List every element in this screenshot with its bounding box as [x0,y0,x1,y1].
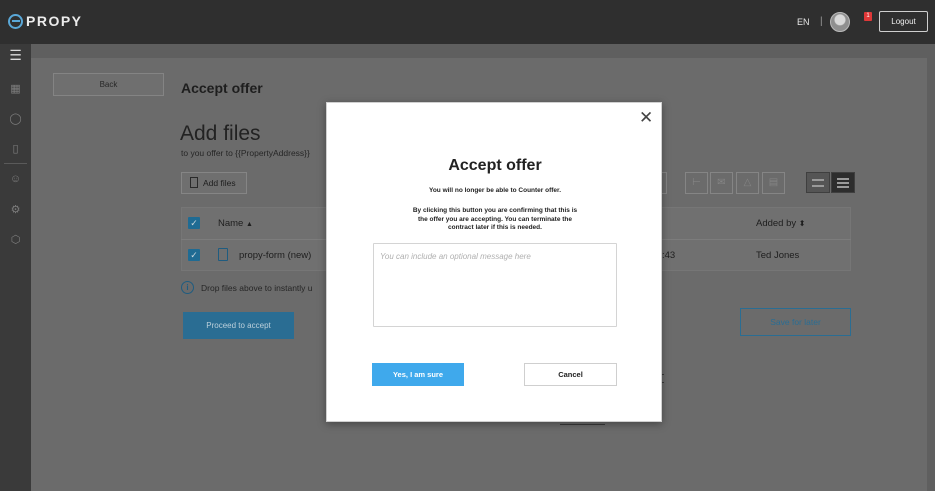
top-bar: PROPY EN | 1 Logout [0,0,935,44]
trash-icon[interactable]: ▤ [762,172,785,194]
page-subtitle: to you offer to {{PropertyAddress}} [181,148,310,158]
shield-icon[interactable]: ⬡ [9,234,22,247]
name-column-header[interactable]: Name ▲ [218,218,253,229]
confirm-button[interactable]: Yes, I am sure [372,363,464,386]
language-selector[interactable]: EN [797,17,810,27]
split-icon[interactable]: ⊢ [685,172,708,194]
file-time: :43 [662,250,676,261]
grid-icon[interactable]: ▦ [9,83,22,96]
header-separator: | [820,16,823,27]
user-icon[interactable]: ☺ [9,173,22,186]
select-all-checkbox[interactable]: ✓ [188,217,200,229]
dollar-icon[interactable]: ◯ [9,113,22,126]
sign-icon[interactable]: △ [736,172,759,194]
sidebar: ☰ ▦ ◯ ▯ ☺ ⚙ ⬡ [0,44,31,491]
modal-body-text: By clicking this button you are confirmi… [412,207,578,231]
mail-icon[interactable]: ✉ [710,172,733,194]
info-icon: i [181,281,194,294]
list-view-toggle[interactable] [831,172,855,193]
file-added-by: Ted Jones [756,250,800,261]
add-files-label: Add files [203,178,236,188]
added-by-column-header[interactable]: Added by ⬍ [756,218,806,229]
logo-icon [8,13,23,29]
modal-title: Accept offer [448,157,542,174]
proceed-to-accept-button[interactable]: Proceed to accept [183,312,294,339]
file-icon [218,248,228,261]
close-icon[interactable]: ✕ [639,109,653,127]
logout-button[interactable]: Logout [879,11,928,32]
name-header-label: Name [218,218,244,229]
accept-offer-modal: ✕ Accept offer You will no longer be abl… [326,102,662,422]
page-title: Accept offer [181,80,263,96]
cancel-button[interactable]: Cancel [524,363,617,386]
sort-asc-icon: ▲ [245,221,253,228]
logo-text: PROPY [26,13,83,29]
modal-warning-text: You will no longer be able to Counter of… [428,187,562,194]
sidebar-divider [4,163,27,164]
user-avatar[interactable] [830,12,850,32]
add-files-heading: Add files [180,122,261,145]
propy-logo[interactable]: PROPY [8,13,83,29]
save-for-later-button[interactable]: Save for later [740,308,851,336]
optional-message-field[interactable]: You can include an optional message here [373,243,617,327]
row-checkbox[interactable]: ✓ [188,249,200,261]
drop-hint: Drop files above to instantly u [201,283,313,293]
sort-icon: ⬍ [798,219,806,228]
back-button[interactable]: Back [53,73,164,96]
file-name[interactable]: propy-form (new) [239,250,311,261]
document-icon [190,177,198,188]
add-files-button[interactable]: Add files [181,172,247,194]
added-by-header-label: Added by [756,218,797,229]
notification-badge[interactable]: 1 [864,12,872,21]
background-fragment [560,424,605,425]
grid-view-toggle[interactable] [806,172,830,193]
gear-icon[interactable]: ⚙ [9,204,22,217]
document-upload-icon[interactable]: ▯ [9,143,22,156]
menu-icon[interactable]: ☰ [9,48,22,62]
